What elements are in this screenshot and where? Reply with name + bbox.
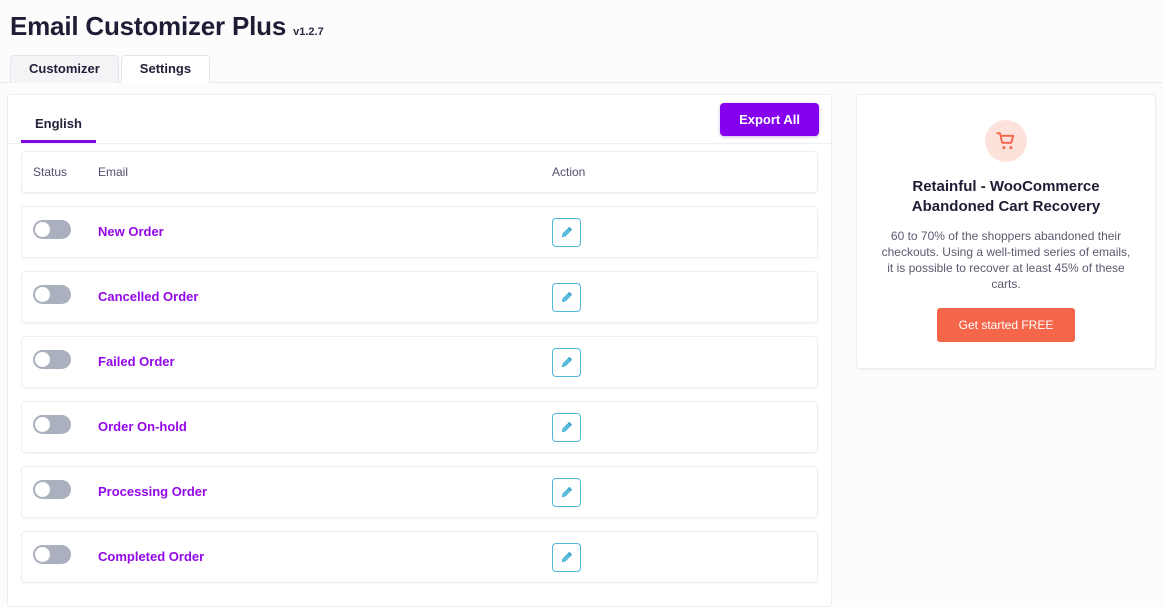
email-cell: Processing Order xyxy=(98,483,552,501)
action-cell xyxy=(552,478,817,507)
toggle-knob xyxy=(35,547,50,562)
email-cell: New Order xyxy=(98,223,552,241)
edit-button[interactable] xyxy=(552,543,581,572)
pencil-icon xyxy=(560,421,573,434)
action-cell xyxy=(552,283,817,312)
status-cell xyxy=(22,285,98,309)
email-cell: Completed Order xyxy=(98,548,552,566)
promo-card: Retainful - WooCommerce Abandoned Cart R… xyxy=(856,94,1156,369)
email-name-link[interactable]: Cancelled Order xyxy=(98,289,198,304)
toggle-knob xyxy=(35,417,50,432)
shopping-cart-icon xyxy=(985,120,1027,162)
action-cell xyxy=(552,413,817,442)
pencil-icon xyxy=(560,551,573,564)
pencil-icon xyxy=(560,291,573,304)
tab-settings[interactable]: Settings xyxy=(121,55,210,83)
customizer-panel: English Export All Status Email Action N… xyxy=(7,94,832,607)
status-toggle[interactable] xyxy=(33,350,71,369)
status-toggle[interactable] xyxy=(33,545,71,564)
main-tab-bar: Customizer Settings xyxy=(0,56,1163,83)
status-toggle[interactable] xyxy=(33,220,71,239)
table-row: Failed Order xyxy=(21,336,818,388)
promo-title: Retainful - WooCommerce Abandoned Cart R… xyxy=(879,177,1133,217)
column-header-email: Email xyxy=(98,165,552,179)
email-cell: Failed Order xyxy=(98,353,552,371)
promo-description: 60 to 70% of the shoppers abandoned thei… xyxy=(879,228,1133,292)
action-cell xyxy=(552,543,817,572)
table-row: Cancelled Order xyxy=(21,271,818,323)
panel-toolbar: English Export All xyxy=(8,95,831,144)
status-toggle[interactable] xyxy=(33,415,71,434)
status-cell xyxy=(22,220,98,244)
page-header: Email Customizer Plus v1.2.7 xyxy=(0,0,1163,42)
email-name-link[interactable]: Failed Order xyxy=(98,354,175,369)
edit-button[interactable] xyxy=(552,478,581,507)
export-all-button[interactable]: Export All xyxy=(720,103,819,136)
status-cell xyxy=(22,480,98,504)
email-name-link[interactable]: Processing Order xyxy=(98,484,207,499)
tab-customizer[interactable]: Customizer xyxy=(10,55,119,83)
table-header-row: Status Email Action xyxy=(21,151,818,193)
status-toggle[interactable] xyxy=(33,285,71,304)
email-name-link[interactable]: New Order xyxy=(98,224,164,239)
edit-button[interactable] xyxy=(552,413,581,442)
content-layout: English Export All Status Email Action N… xyxy=(0,83,1163,607)
action-cell xyxy=(552,348,817,377)
edit-button[interactable] xyxy=(552,348,581,377)
email-table: Status Email Action New Order xyxy=(8,144,831,606)
language-tab-bar: English xyxy=(8,95,96,143)
table-row: Completed Order xyxy=(21,531,818,583)
toggle-knob xyxy=(35,352,50,367)
toggle-knob xyxy=(35,222,50,237)
email-cell: Order On-hold xyxy=(98,418,552,436)
table-row: Order On-hold xyxy=(21,401,818,453)
page-title: Email Customizer Plus xyxy=(10,10,286,42)
get-started-free-button[interactable]: Get started FREE xyxy=(937,308,1076,342)
toggle-knob xyxy=(35,287,50,302)
pencil-icon xyxy=(560,486,573,499)
email-name-link[interactable]: Order On-hold xyxy=(98,419,187,434)
status-cell xyxy=(22,350,98,374)
table-row: Processing Order xyxy=(21,466,818,518)
edit-button[interactable] xyxy=(552,283,581,312)
sidebar: Retainful - WooCommerce Abandoned Cart R… xyxy=(856,94,1156,369)
status-cell xyxy=(22,545,98,569)
version-label: v1.2.7 xyxy=(293,26,324,38)
table-row: New Order xyxy=(21,206,818,258)
action-cell xyxy=(552,218,817,247)
pencil-icon xyxy=(560,226,573,239)
edit-button[interactable] xyxy=(552,218,581,247)
column-header-action: Action xyxy=(552,165,817,179)
email-name-link[interactable]: Completed Order xyxy=(98,549,204,564)
toggle-knob xyxy=(35,482,50,497)
status-toggle[interactable] xyxy=(33,480,71,499)
status-cell xyxy=(22,415,98,439)
column-header-status: Status xyxy=(22,165,98,179)
language-tab-english[interactable]: English xyxy=(21,117,96,143)
email-cell: Cancelled Order xyxy=(98,288,552,306)
pencil-icon xyxy=(560,356,573,369)
